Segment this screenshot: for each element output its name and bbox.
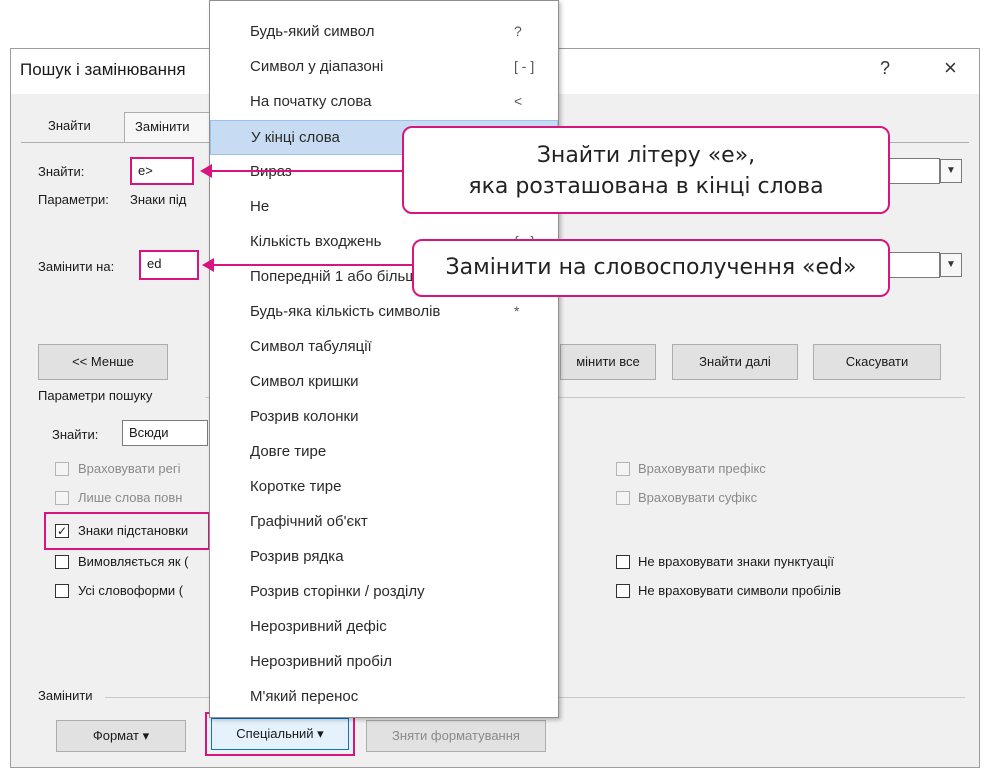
menu-item-label: М'який перенос <box>250 688 359 705</box>
find-callout-line1: Знайти літеру «e», <box>536 143 756 168</box>
format-button[interactable]: Формат ▾ <box>56 720 186 752</box>
cancel-button[interactable]: Скасувати <box>813 344 941 380</box>
replace-all-button[interactable]: мінити все <box>560 344 656 380</box>
search-scope-select[interactable]: Всюди <box>122 420 208 446</box>
tab-find[interactable]: Знайти <box>38 118 101 140</box>
match-case-label: Враховувати регі <box>78 461 181 476</box>
ignore-whitespace-label: Не враховувати символи пробілів <box>638 583 841 598</box>
menu-item-en-dash[interactable]: Коротке тире <box>210 470 558 505</box>
find-callout: Знайти літеру «e», яка розташована в кін… <box>402 126 890 214</box>
find-callout-line2: яка розташована в кінці слова <box>468 174 824 199</box>
menu-item-label: Коротке тире <box>250 478 342 495</box>
close-button[interactable]: × <box>944 55 957 81</box>
menu-item-label: На початку слова <box>250 93 372 110</box>
menu-item-any-character[interactable]: Будь-який символ? <box>210 15 558 50</box>
params-value: Знаки під <box>130 192 187 207</box>
special-menu: Будь-який символ? Символ у діапазоні [ - … <box>209 0 559 718</box>
menu-item-label: Символ табуляції <box>250 338 372 355</box>
wildcards-checkbox[interactable]: ✓ <box>55 524 69 538</box>
menu-item-label: Розрив колонки <box>250 408 359 425</box>
find-label: Знайти: <box>38 164 85 179</box>
whole-words-label: Лише слова повн <box>78 490 183 505</box>
menu-item-nonbreaking-space[interactable]: Нерозривний пробіл <box>210 645 558 680</box>
replace-callout: Замінити на словосполучення «ed» <box>412 239 890 297</box>
menu-item-label: Будь-яка кількість символів <box>250 303 441 320</box>
menu-item-label: Кількість входжень <box>250 233 382 250</box>
menu-item-code: < <box>514 93 523 109</box>
menu-item-character-in-range[interactable]: Символ у діапазоні [ - ] <box>210 50 558 85</box>
wildcards-label: Знаки підстановки <box>78 523 189 538</box>
menu-item-column-break[interactable]: Розрив колонки <box>210 400 558 435</box>
menu-item-label: Розрив рядка <box>250 548 344 565</box>
search-options-heading: Параметри пошуку <box>38 388 153 403</box>
no-formatting-button[interactable]: Зняти форматування <box>366 720 546 752</box>
menu-item-label: Будь-який символ <box>250 23 375 40</box>
ignore-whitespace-checkbox[interactable] <box>616 584 630 598</box>
menu-item-zero-or-more[interactable]: Будь-яка кількість символів * <box>210 295 558 330</box>
less-button[interactable]: << Менше <box>38 344 168 380</box>
menu-item-em-dash[interactable]: Довге тире <box>210 435 558 470</box>
match-prefix-checkbox[interactable] <box>616 462 630 476</box>
find-callout-arrow <box>210 170 402 172</box>
replace-section-heading: Замінити <box>38 688 93 703</box>
menu-item-code: * <box>514 303 520 319</box>
match-prefix-label: Враховувати префікс <box>638 461 766 476</box>
menu-item-label: У кінці слова <box>251 129 340 146</box>
replace-input[interactable]: ed <box>139 250 199 280</box>
special-button[interactable]: Спеціальний ▾ <box>211 718 349 750</box>
all-word-forms-checkbox[interactable] <box>55 584 69 598</box>
whole-words-checkbox[interactable] <box>55 491 69 505</box>
menu-item-label: Не <box>250 198 270 215</box>
ignore-punctuation-label: Не враховувати знаки пунктуації <box>638 554 834 569</box>
find-history-dropdown[interactable]: ▼ <box>940 159 962 183</box>
dialog-title: Пошук і замінювання <box>20 60 186 79</box>
tab-replace[interactable]: Замінити <box>124 112 210 142</box>
menu-item-nonbreaking-hyphen[interactable]: Нерозривний дефіс <box>210 610 558 645</box>
replace-callout-arrow <box>212 264 412 266</box>
menu-item-code: ? <box>514 23 522 39</box>
menu-item-tab-character[interactable]: Символ табуляції <box>210 330 558 365</box>
menu-item-label: Нерозривний дефіс <box>250 618 387 635</box>
replace-arrowhead-icon <box>202 258 214 272</box>
sounds-like-label: Вимовляється як ( <box>78 554 189 569</box>
all-word-forms-label: Усі словоформи ( <box>78 583 184 598</box>
tab-replace-label: Замінити <box>135 119 190 134</box>
menu-item-label: Графічний об'єкт <box>250 513 368 530</box>
replace-history-dropdown[interactable]: ▼ <box>940 253 962 277</box>
menu-item-optional-hyphen[interactable]: М'який перенос <box>210 680 558 715</box>
ignore-punctuation-checkbox[interactable] <box>616 555 630 569</box>
find-input[interactable]: e> <box>130 157 194 185</box>
search-scope-label: Знайти: <box>52 427 99 442</box>
menu-item-label: Символ у діапазоні <box>250 58 384 75</box>
find-next-button[interactable]: Знайти далі <box>672 344 798 380</box>
menu-item-label: Розрив сторінки / розділу <box>250 583 425 600</box>
menu-item-label: Попередній 1 або більше <box>250 268 426 285</box>
match-suffix-checkbox[interactable] <box>616 491 630 505</box>
help-button[interactable]: ? <box>880 58 890 79</box>
params-label: Параметри: <box>38 192 109 207</box>
replace-label: Замінити на: <box>38 259 115 274</box>
menu-item-beginning-of-word[interactable]: На початку слова < <box>210 85 558 120</box>
menu-item-label: Нерозривний пробіл <box>250 653 392 670</box>
menu-item-line-break[interactable]: Розрив рядка <box>210 540 558 575</box>
menu-item-label: Символ кришки <box>250 373 359 390</box>
match-suffix-label: Враховувати суфікс <box>638 490 758 505</box>
sounds-like-checkbox[interactable] <box>55 555 69 569</box>
find-arrowhead-icon <box>200 164 212 178</box>
menu-item-label: Довге тире <box>250 443 327 460</box>
menu-item-page-section-break[interactable]: Розрив сторінки / розділу <box>210 575 558 610</box>
menu-item-graphic[interactable]: Графічний об'єкт <box>210 505 558 540</box>
match-case-checkbox[interactable] <box>55 462 69 476</box>
menu-item-caret-character[interactable]: Символ кришки <box>210 365 558 400</box>
menu-item-code: [ - ] <box>514 58 535 74</box>
